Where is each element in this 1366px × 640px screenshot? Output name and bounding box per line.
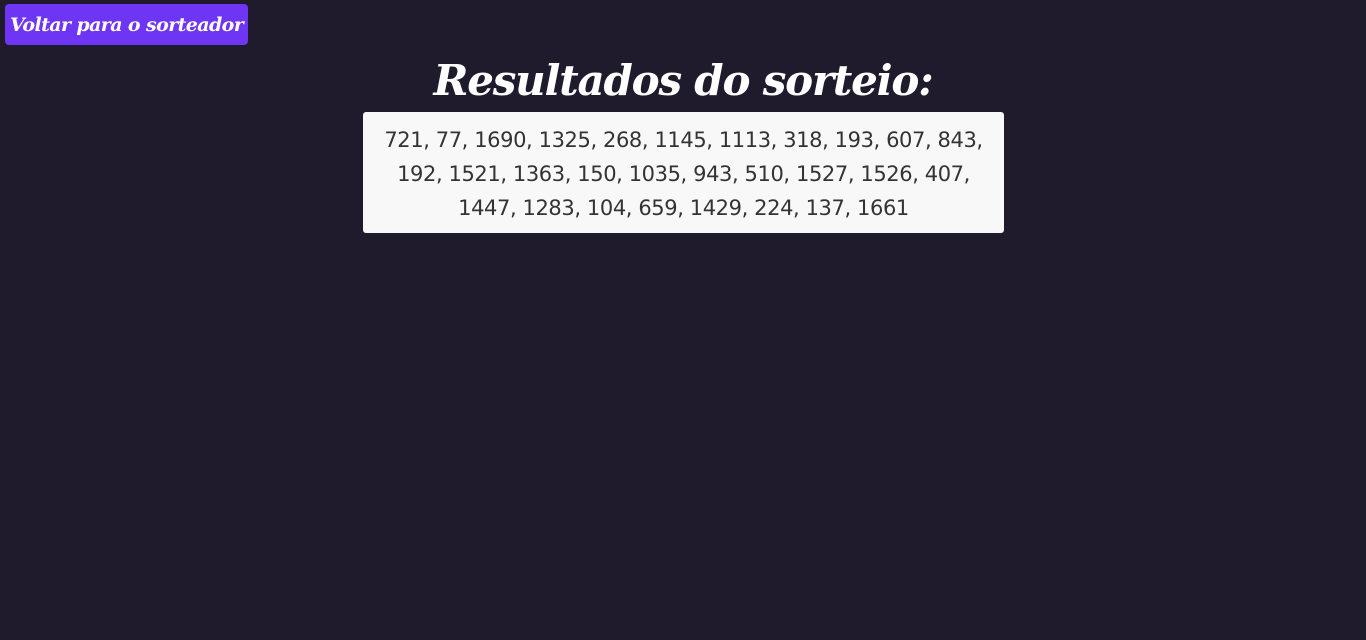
back-to-draw-button[interactable]: Voltar para o sorteador [5,4,249,45]
draw-results: 721, 77, 1690, 1325, 268, 1145, 1113, 31… [363,112,1004,233]
page-title: Resultados do sorteio: [433,56,933,105]
